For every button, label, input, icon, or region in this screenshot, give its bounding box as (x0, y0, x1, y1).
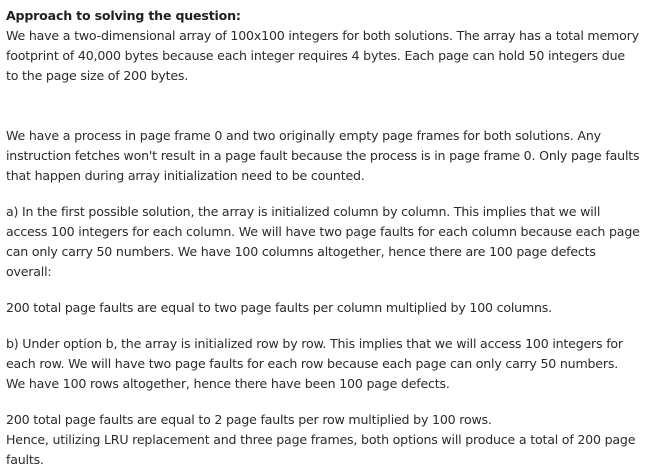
paragraph-array-footprint: We have a two-dimensional array of 100x1… (6, 28, 639, 83)
paragraph-option-a-total: 200 total page faults are equal to two p… (6, 300, 552, 315)
paragraph-option-b-total: 200 total page faults are equal to 2 pag… (6, 412, 492, 427)
approach-heading: Approach to solving the question: (6, 8, 241, 23)
paragraph-conclusion: Hence, utilizing LRU replacement and thr… (6, 432, 636, 467)
paragraph-page-frames: We have a process in page frame 0 and tw… (6, 128, 640, 183)
paragraph-option-b: b) Under option b, the array is initiali… (6, 336, 623, 391)
paragraph-option-a: a) In the first possible solution, the a… (6, 204, 640, 279)
answer-document: Approach to solving the question: We hav… (6, 6, 640, 470)
